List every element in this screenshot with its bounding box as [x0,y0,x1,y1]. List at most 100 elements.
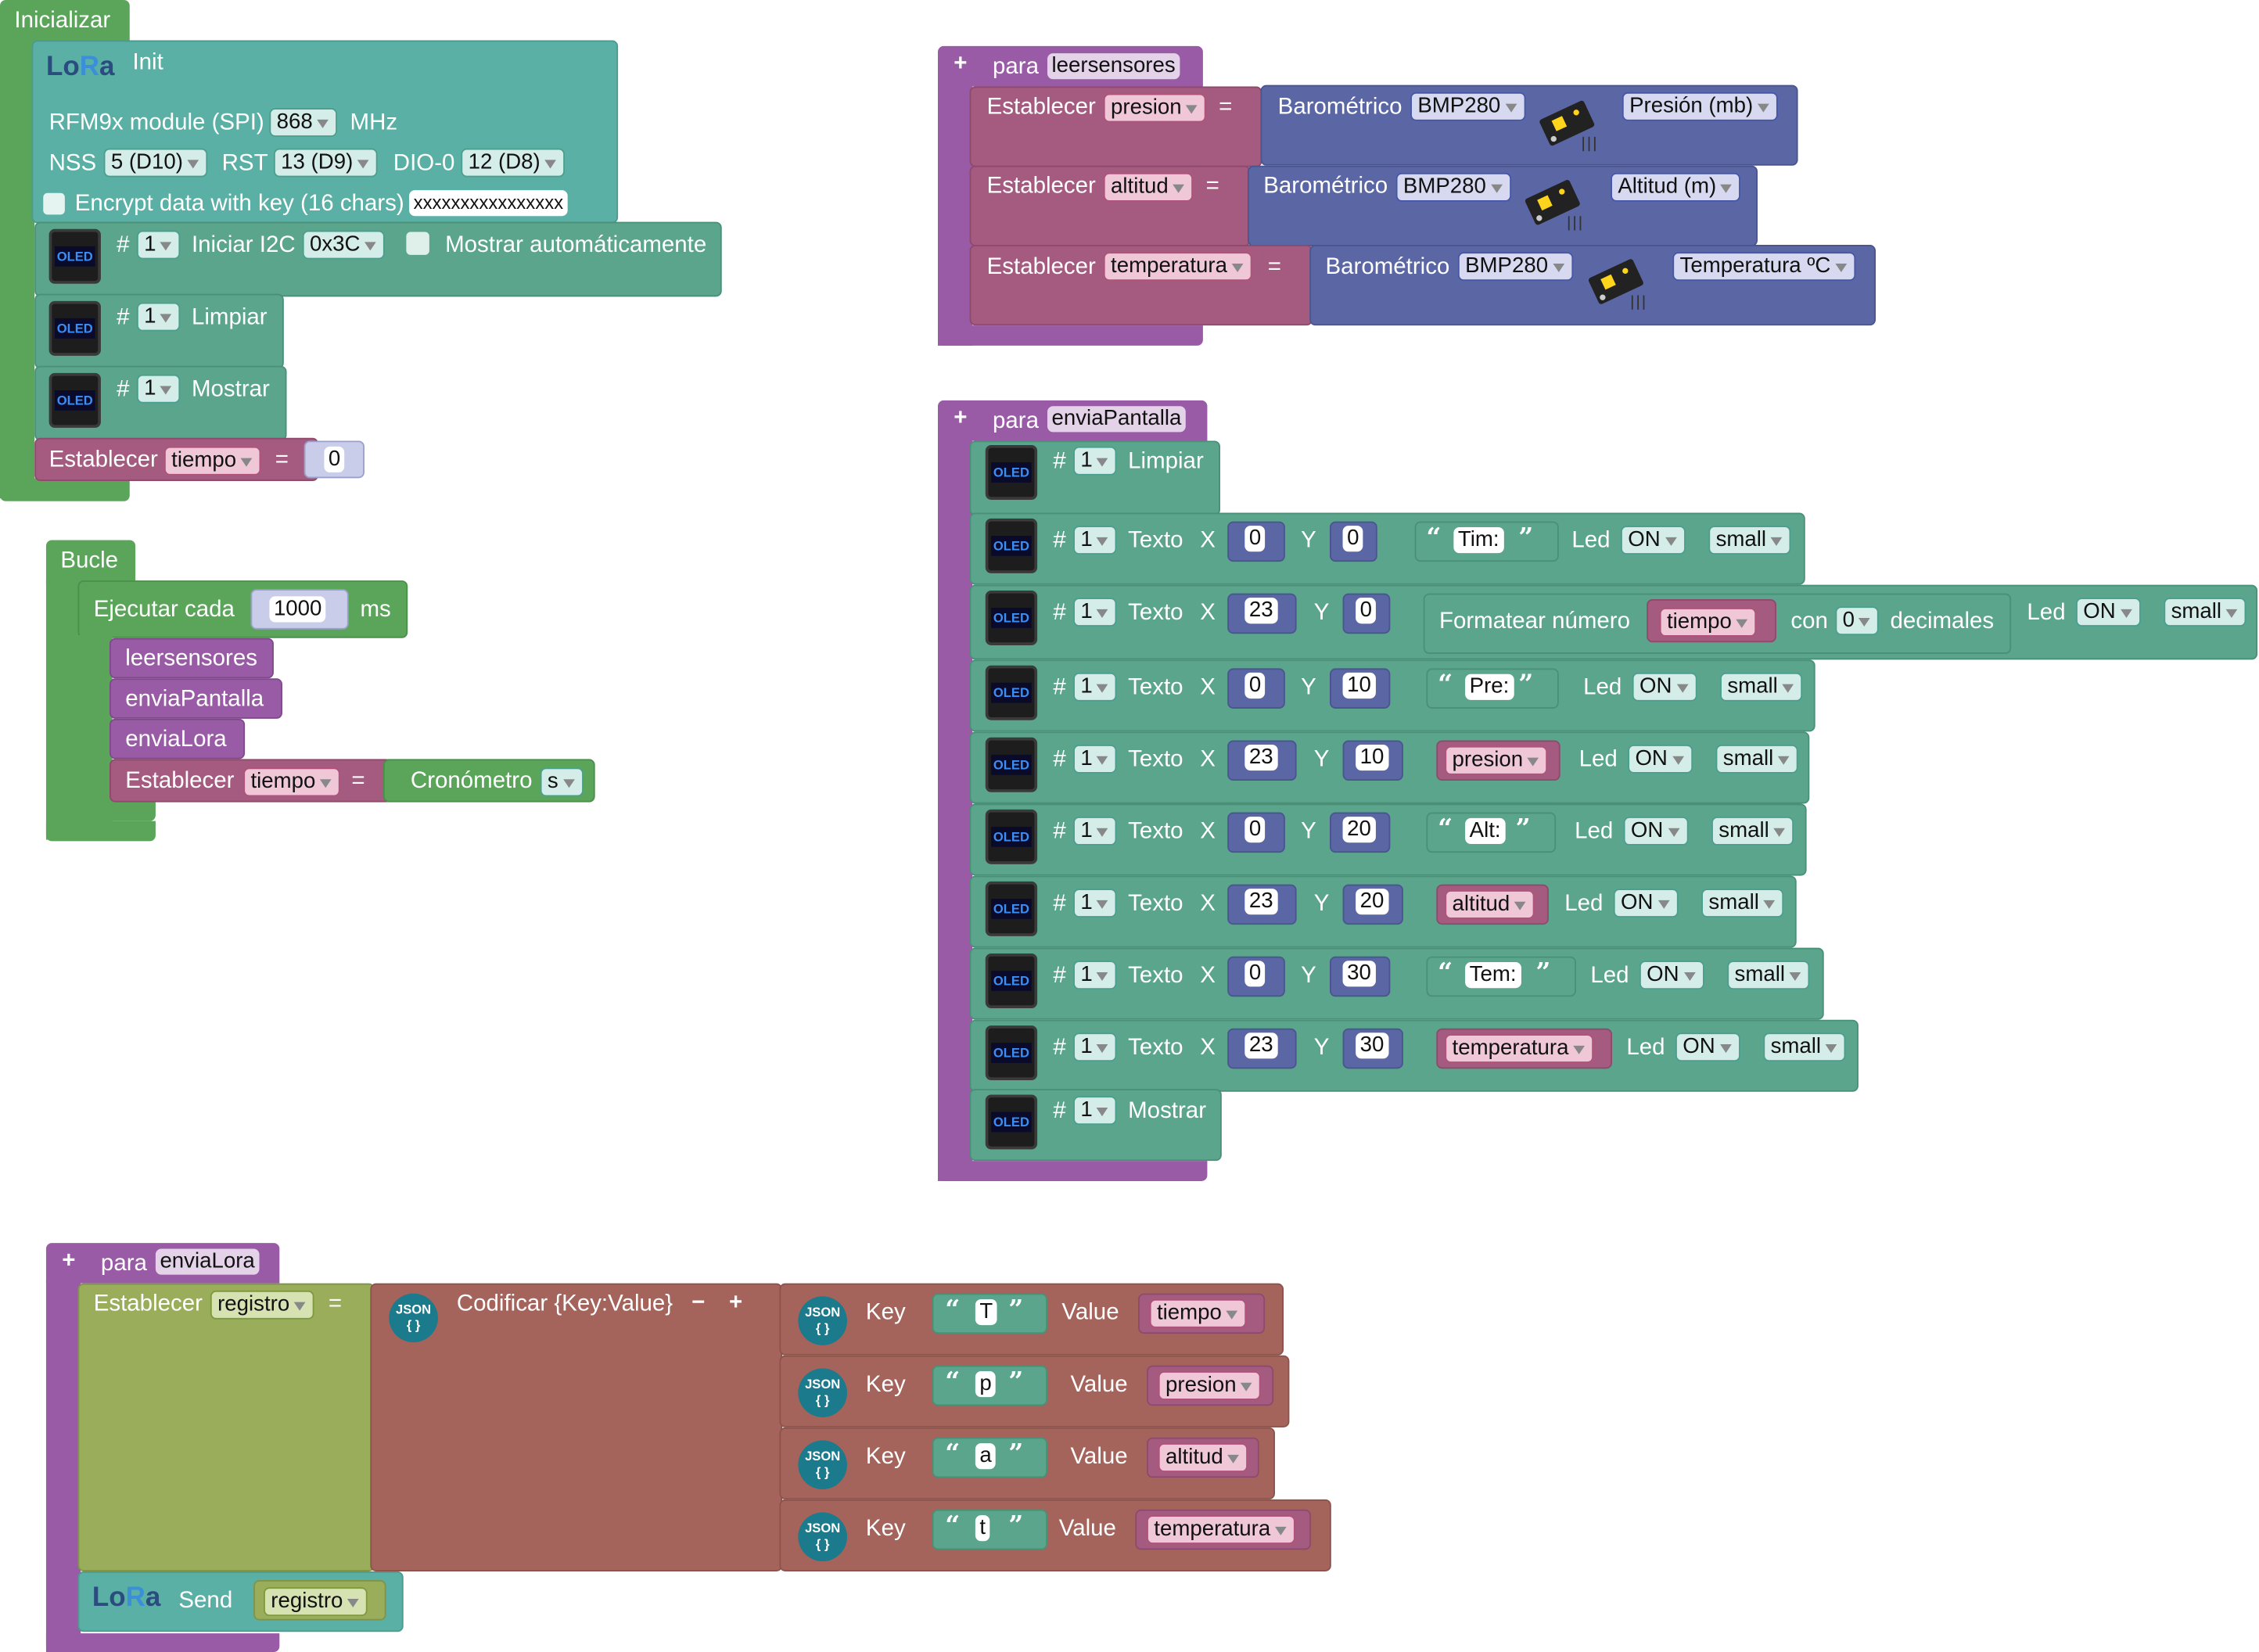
led-dropdown[interactable]: ON [1613,889,1678,918]
measure-dropdown[interactable]: Altitud (m) [1611,172,1741,202]
var-dropdown[interactable]: registro [210,1290,314,1320]
set-registro-block[interactable] [77,1283,375,1571]
minus-icon[interactable]: − [691,1289,705,1316]
led-dropdown[interactable]: ON [1632,672,1697,702]
x-field[interactable]: 23 [1244,889,1278,915]
sensor-dropdown[interactable]: BMP280 [1395,172,1511,202]
led-dropdown[interactable]: ON [2076,598,2140,627]
x-field[interactable]: 23 [1244,745,1278,771]
size-dropdown[interactable]: small [1708,526,1791,555]
y-field[interactable]: 30 [1342,961,1376,987]
size-dropdown[interactable]: small [1727,961,1810,990]
var-dropdown[interactable]: presion [1103,93,1206,123]
number-field[interactable]: 0 [324,446,345,472]
oled-num-dropdown[interactable]: 1 [1073,745,1118,774]
send-label: Send [178,1589,233,1614]
oled-num-dropdown[interactable]: 1 [1073,526,1118,555]
timer-unit-dropdown[interactable]: s [540,767,584,797]
decimals-dropdown[interactable]: 0 [1835,606,1880,636]
proc-name-field[interactable]: leersensores [1047,53,1180,80]
led-dropdown[interactable]: ON [1639,961,1704,990]
var-dropdown[interactable]: temperatura [1445,1034,1593,1063]
plus-icon[interactable]: + [729,1289,742,1316]
oled-num-dropdown[interactable]: 1 [1073,598,1118,627]
string-field[interactable]: Alt: [1465,817,1506,845]
proc-name-field[interactable]: enviaPantalla [1047,406,1186,433]
oled-num-dropdown[interactable]: 1 [136,302,181,332]
oled-num-dropdown[interactable]: 1 [1073,446,1118,476]
proc-name-field[interactable]: enviaLora [155,1248,260,1275]
sensor-dropdown[interactable]: BMP280 [1457,252,1573,282]
led-dropdown[interactable]: ON [1675,1032,1740,1062]
proc-c-side [938,437,973,1181]
var-dropdown[interactable]: temperatura [1147,1515,1295,1544]
key-field[interactable]: T [975,1298,997,1326]
x-field[interactable]: 23 [1244,598,1278,624]
show-label: Mostrar [1128,1098,1207,1124]
oled-num-dropdown[interactable]: 1 [136,374,181,404]
encrypt-checkbox[interactable] [43,192,65,215]
var-dropdown[interactable]: tiempo [1149,1298,1247,1328]
var-dropdown[interactable]: tiempo [1659,608,1757,637]
oled-num-dropdown[interactable]: 1 [1073,961,1118,990]
y-field[interactable]: 10 [1342,672,1376,699]
led-dropdown[interactable]: ON [1628,745,1693,774]
plus-icon[interactable]: + [62,1248,75,1275]
i2c-addr-dropdown[interactable]: 0x3C [302,230,385,260]
y-field[interactable]: 0 [1356,598,1377,624]
plus-icon[interactable]: + [954,404,967,432]
freq-dropdown[interactable]: 868 [269,108,338,137]
size-dropdown[interactable]: small [1715,745,1798,774]
var-dropdown[interactable]: temperatura [1103,252,1252,282]
size-dropdown[interactable]: small [2164,598,2246,627]
oled-num-dropdown[interactable]: 1 [1073,817,1118,846]
led-dropdown[interactable]: ON [1623,817,1688,846]
string-field[interactable]: Tem: [1465,962,1521,989]
y-field[interactable]: 20 [1342,817,1376,843]
x-field[interactable]: 0 [1244,817,1266,843]
y-field[interactable]: 0 [1342,526,1363,552]
plus-icon[interactable]: + [954,50,967,77]
key-field[interactable]: xxxxxxxxxxxxxxxx [409,190,568,217]
var-dropdown[interactable]: altitud [1103,172,1194,202]
sensor-dropdown[interactable]: BMP280 [1410,92,1525,121]
size-dropdown[interactable]: small [1763,1032,1846,1062]
y-field[interactable]: 10 [1356,745,1388,771]
x-field[interactable]: 0 [1244,961,1266,987]
interval-field[interactable]: 1000 [269,596,326,623]
var-dropdown[interactable]: tiempo [243,767,340,797]
string-field[interactable]: Pre: [1465,673,1514,700]
var-dropdown[interactable]: altitud [1445,889,1535,919]
oled-num-dropdown[interactable]: 1 [1073,672,1118,702]
key-field[interactable]: a [975,1443,997,1470]
var-dropdown[interactable]: altitud [1158,1443,1248,1472]
measure-dropdown[interactable]: Presión (mb) [1622,92,1778,121]
y-field[interactable]: 30 [1356,1032,1388,1059]
x-field[interactable]: 23 [1244,1032,1278,1059]
oled-num-dropdown[interactable]: 1 [1073,1096,1118,1126]
auto-show-checkbox[interactable] [406,232,429,255]
size-dropdown[interactable]: small [1701,889,1784,918]
string-field[interactable]: Tim: [1453,526,1504,554]
nss-dropdown[interactable]: 5 (D10) [103,148,208,178]
x-field[interactable]: 0 [1244,526,1266,552]
size-dropdown[interactable]: small [1711,817,1794,846]
rst-dropdown[interactable]: 13 (D9) [273,148,378,178]
key-field[interactable]: t [975,1515,990,1542]
var-dropdown[interactable]: presion [1158,1371,1261,1400]
oled-num-dropdown[interactable]: 1 [1073,1032,1118,1062]
var-dropdown[interactable]: tiempo [163,446,261,476]
measure-dropdown[interactable]: Temperatura ºC [1672,252,1855,282]
y-field[interactable]: 20 [1356,889,1388,915]
size-dropdown[interactable]: small [1720,672,1803,702]
oled-num-dropdown[interactable]: 1 [1073,889,1118,918]
var-dropdown[interactable]: registro [264,1587,368,1617]
var-dropdown[interactable]: presion [1445,745,1548,775]
loop-hat-label: Bucle [60,548,119,573]
x-field[interactable]: 0 [1244,672,1266,699]
oled-num-dropdown[interactable]: 1 [136,230,181,260]
led-dropdown[interactable]: ON [1621,526,1685,555]
key-field[interactable]: p [975,1371,997,1398]
dio-dropdown[interactable]: 12 (D8) [461,148,566,178]
blockly-workspace[interactable]: Inicializar LoRa Init RFM9x module (SPI)… [0,0,2259,1652]
